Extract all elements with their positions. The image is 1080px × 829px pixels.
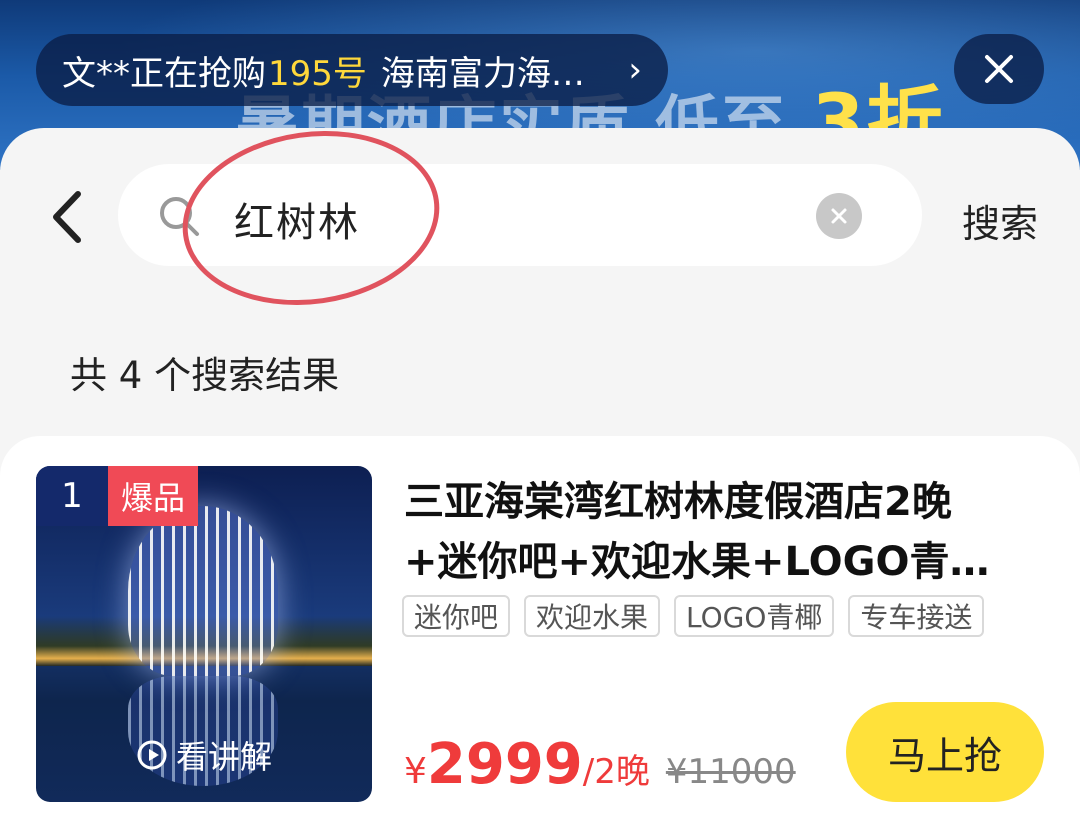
price-amount: 2999 (426, 732, 583, 797)
price-block: ¥ 2999 /2晚 ¥11000 (404, 732, 796, 797)
ticker-prefix: 文**正在抢购 (62, 53, 266, 94)
explain-video-button[interactable]: 看讲解 (136, 732, 272, 778)
rank-badge: 1 (36, 466, 108, 526)
hot-badge: 爆品 (108, 466, 198, 526)
search-button[interactable]: 搜索 (962, 193, 1038, 248)
close-icon (985, 55, 1013, 83)
product-title-line1: 三亚海棠湾红树林度假酒店2晚 (404, 479, 952, 525)
chevron-right-icon: › (628, 50, 642, 90)
buy-now-button[interactable]: 马上抢 (846, 702, 1044, 802)
product-tags: 迷你吧 欢迎水果 LOGO青椰 专车接送 (402, 595, 985, 637)
ticker-number: 195号 (268, 53, 367, 94)
currency-symbol: ¥ (404, 751, 427, 792)
ticker-product: 海南富力海… (380, 53, 585, 94)
clear-icon (831, 208, 847, 224)
product-title-line2: +迷你吧+欢迎水果+LOGO青… (404, 539, 990, 585)
tag-item: LOGO青椰 (674, 595, 835, 637)
clear-search-button[interactable] (816, 193, 862, 239)
image-building (128, 506, 278, 676)
product-title[interactable]: 三亚海棠湾红树林度假酒店2晚 +迷你吧+欢迎水果+LOGO青… (404, 472, 1044, 592)
tag-item: 欢迎水果 (524, 595, 661, 637)
back-arrow-icon[interactable] (44, 188, 88, 246)
original-price: ¥11000 (665, 752, 796, 792)
explain-label: 看讲解 (176, 738, 273, 776)
price-unit: /2晚 (582, 752, 650, 792)
tag-item: 专车接送 (848, 595, 985, 637)
close-button[interactable] (954, 34, 1044, 104)
result-count: 共 4 个搜索结果 (70, 354, 340, 397)
play-circle-icon (137, 740, 167, 770)
tag-item: 迷你吧 (402, 595, 511, 637)
purchase-ticker[interactable]: 文**正在抢购 195号 海南富力海… › (36, 34, 668, 106)
